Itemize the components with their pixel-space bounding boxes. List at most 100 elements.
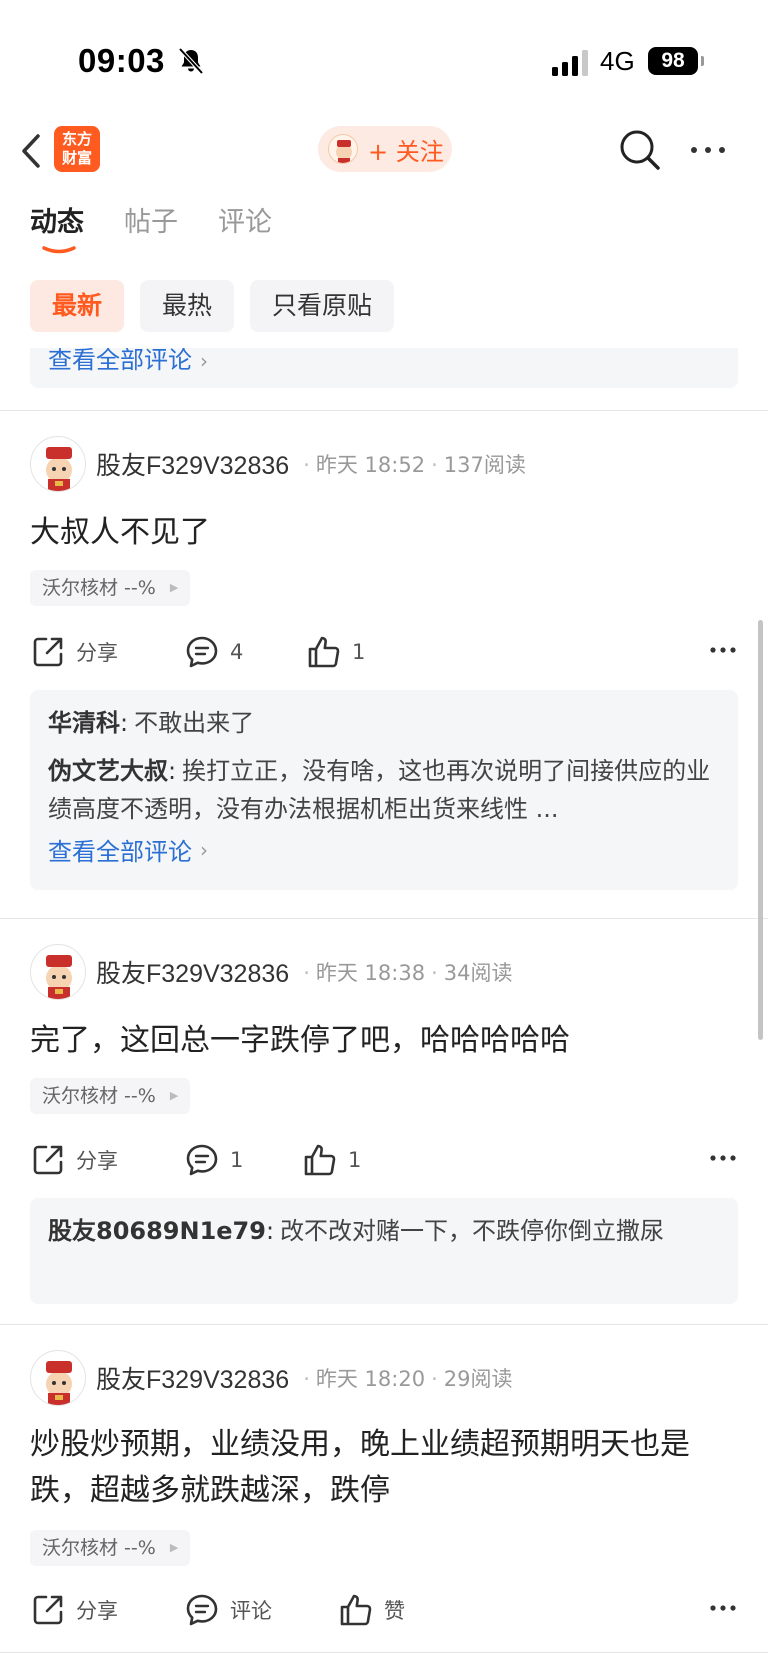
post-actions: 分享 4 1 [30,632,738,672]
post-reads: 34阅读 [443,961,513,985]
comment-item: 伪文艺大叔: 挨打立正，没有啥，这也再次说明了间接供应的业绩高度不透明，没有办法根… [48,752,720,828]
triangle-right-icon: ▶ [169,1089,179,1102]
comment-separator: : [265,1217,275,1245]
signal-icon [552,50,588,76]
share-label: 分享 [76,1149,118,1173]
comment-icon [186,1144,218,1176]
comment-preview-box[interactable]: 股友80689N1e79: 改不改对赌一下，不跌停你倒立撒尿 [30,1198,738,1304]
post-header: 股友F329V32836 · 昨天 18:38 · 34阅读 [30,944,513,1000]
post-reads: 137阅读 [443,453,526,477]
comment-user[interactable]: 伪文艺大叔 [48,757,168,785]
post-time: 昨天 18:20 [315,1367,426,1391]
comment-user[interactable]: 股友80689N1e79 [48,1217,266,1245]
post-header: 股友F329V32836 · 昨天 18:52 · 137阅读 [30,436,526,492]
more-options-icon[interactable] [708,640,738,660]
comment-count: 1 [230,1148,244,1172]
stock-tag[interactable]: 沃尔核材 --% ▶ [30,1530,191,1566]
more-icon[interactable] [686,138,730,162]
share-icon [33,1145,63,1175]
comment-label: 评论 [230,1599,272,1623]
tab-dynamic-label: 动态 [30,207,84,238]
comment-button[interactable]: 4 [184,632,243,672]
comment-item: 股友80689N1e79: 改不改对赌一下，不跌停你倒立撒尿 [48,1212,720,1250]
brand-logo-line1: 东方 [61,130,92,148]
post-actions: 分享 1 1 [30,1140,738,1180]
follow-button[interactable]: + 关注 [318,126,452,172]
username[interactable]: 股友F329V32836 [96,1360,289,1396]
divider [0,918,768,919]
top-nav: 东方 财富 + 关注 [0,120,768,182]
share-button[interactable]: 分享 [30,1140,118,1180]
comment-icon [186,636,218,668]
comment-button[interactable]: 1 [184,1140,243,1180]
triangle-right-icon: ▶ [169,581,179,594]
share-button[interactable]: 分享 [30,1590,118,1630]
thumbs-up-icon [340,1594,372,1626]
comment-item: 华清科: 不敢出来了 [48,704,720,742]
like-button[interactable]: 1 [302,1140,361,1180]
more-options-icon[interactable] [708,1148,738,1168]
stock-tag-label: 沃尔核材 --% [42,1537,156,1559]
chevron-right-icon: › [200,349,208,373]
bell-muted-icon [178,47,204,75]
avatar[interactable] [30,944,86,1000]
back-arrow-icon[interactable] [16,128,46,174]
tab-comments[interactable]: 评论 [218,200,272,260]
post-text[interactable]: 大叔人不见了 [30,510,730,556]
username[interactable]: 股友F329V32836 [96,446,289,482]
previous-comment-box: 查看全部评论 › [30,348,738,388]
stock-tag[interactable]: 沃尔核材 --% ▶ [30,1078,191,1114]
post-header: 股友F329V32836 · 昨天 18:20 · 29阅读 [30,1350,513,1406]
brand-logo[interactable]: 东方 财富 [54,126,100,172]
share-icon [33,1595,63,1625]
like-button[interactable]: 赞 [338,1590,405,1630]
comment-button[interactable]: 评论 [184,1590,272,1630]
filter-latest[interactable]: 最新 [30,280,125,332]
post-text[interactable]: 完了，这回总一字跌停了吧，哈哈哈哈哈 [30,1018,730,1064]
avatar[interactable] [30,436,86,492]
stock-tag-label: 沃尔核材 --% [42,1085,156,1107]
comment-count: 4 [230,640,244,664]
divider [0,1652,768,1653]
stock-tag[interactable]: 沃尔核材 --% ▶ [30,570,191,606]
filter-hottest[interactable]: 最热 [140,280,235,332]
share-button[interactable]: 分享 [30,632,118,672]
scrollbar[interactable] [758,620,763,1040]
share-label: 分享 [76,1599,118,1623]
comment-separator: : [120,709,129,737]
tab-posts[interactable]: 帖子 [124,200,178,260]
like-count: 1 [352,640,366,664]
like-button[interactable]: 1 [306,632,365,672]
comment-text: 不敢出来了 [134,709,255,737]
stock-tag-label: 沃尔核材 --% [42,577,156,599]
filter-original-only[interactable]: 只看原贴 [250,280,395,332]
comment-preview-box[interactable]: 华清科: 不敢出来了 伪文艺大叔: 挨打立正，没有啥，这也再次说明了间接供应的业绩高… [30,690,738,890]
comment-icon [186,1594,218,1626]
tab-dynamic[interactable]: 动态 [30,200,84,260]
more-options-icon[interactable] [708,1598,738,1618]
share-label: 分享 [76,641,118,665]
comment-user[interactable]: 华清科 [48,709,120,737]
chevron-right-icon: › [200,837,208,862]
share-icon [33,637,63,667]
follow-avatar [328,134,358,164]
username[interactable]: 股友F329V32836 [96,954,289,990]
post-actions: 分享 评论 赞 [30,1590,738,1630]
status-bar: 09:03 4G 98 [0,0,768,120]
avatar[interactable] [30,1350,86,1406]
status-time: 09:03 [78,42,165,79]
divider [0,1324,768,1325]
divider [0,410,768,411]
view-all-label: 查看全部评论 [48,348,192,374]
tab-active-indicator [42,246,76,254]
post-meta: · 昨天 18:52 · 137阅读 [303,453,526,477]
network-type: 4G [600,46,635,76]
view-all-comments-link[interactable]: 查看全部评论 › [48,832,208,867]
search-icon[interactable] [618,128,662,172]
post-time: 昨天 18:52 [315,453,426,477]
comment-separator: : [168,757,177,785]
view-all-comments-link[interactable]: 查看全部评论 › [48,348,208,375]
post-reads: 29阅读 [443,1367,513,1391]
post-meta: · 昨天 18:38 · 34阅读 [303,961,513,985]
post-text[interactable]: 炒股炒预期，业绩没用，晚上业绩超预期明天也是跌，超越多就跌越深，跌停 [30,1422,730,1514]
